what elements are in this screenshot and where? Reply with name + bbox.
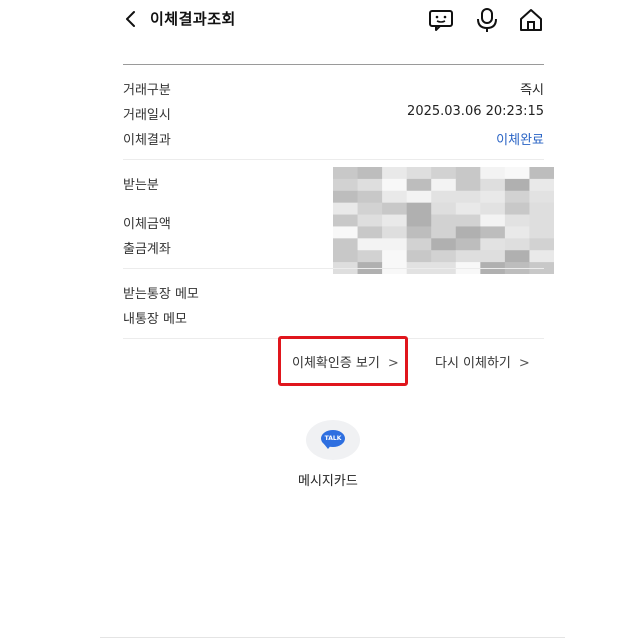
header-divider [123, 64, 544, 65]
recipient-memo-label: 받는통장 메모 [123, 287, 199, 302]
recipient-label: 받는분 [123, 178, 159, 193]
bottom-divider [100, 637, 565, 638]
message-card-label: 메시지카드 [298, 474, 358, 489]
highlight-annotation [278, 336, 408, 386]
top-app-bar: 이체결과조회 [100, 0, 560, 40]
result-value: 이체완료 [496, 133, 544, 148]
transfer-again-label: 다시 이체하기 [435, 356, 511, 371]
result-label: 이체결과 [123, 133, 171, 148]
home-icon[interactable] [518, 7, 544, 33]
section-divider [123, 268, 544, 269]
redacted-mosaic [333, 167, 554, 274]
section-divider [123, 159, 544, 160]
type-value: 즉시 [520, 83, 544, 98]
datetime-value: 2025.03.06 20:23:15 [407, 104, 544, 119]
transfer-result-screen: 이체결과조회 거래구분 즉시 거래일시 2025.03.06 20:23:15 … [0, 0, 640, 640]
transfer-again-link[interactable]: 다시 이체하기 > [435, 352, 530, 371]
my-memo-label: 내통장 메모 [123, 312, 187, 327]
back-icon[interactable] [120, 8, 142, 30]
type-label: 거래구분 [123, 83, 171, 98]
page-title: 이체결과조회 [150, 10, 236, 28]
chatbot-icon[interactable] [428, 7, 454, 33]
kakao-share-button[interactable]: TALK [306, 420, 360, 460]
amount-label: 이체금액 [123, 217, 171, 232]
microphone-icon[interactable] [474, 7, 500, 33]
datetime-label: 거래일시 [123, 108, 171, 123]
kakaotalk-icon-tail [324, 444, 332, 449]
account-label: 출금계좌 [123, 242, 171, 257]
chevron-right-icon: > [518, 356, 530, 371]
